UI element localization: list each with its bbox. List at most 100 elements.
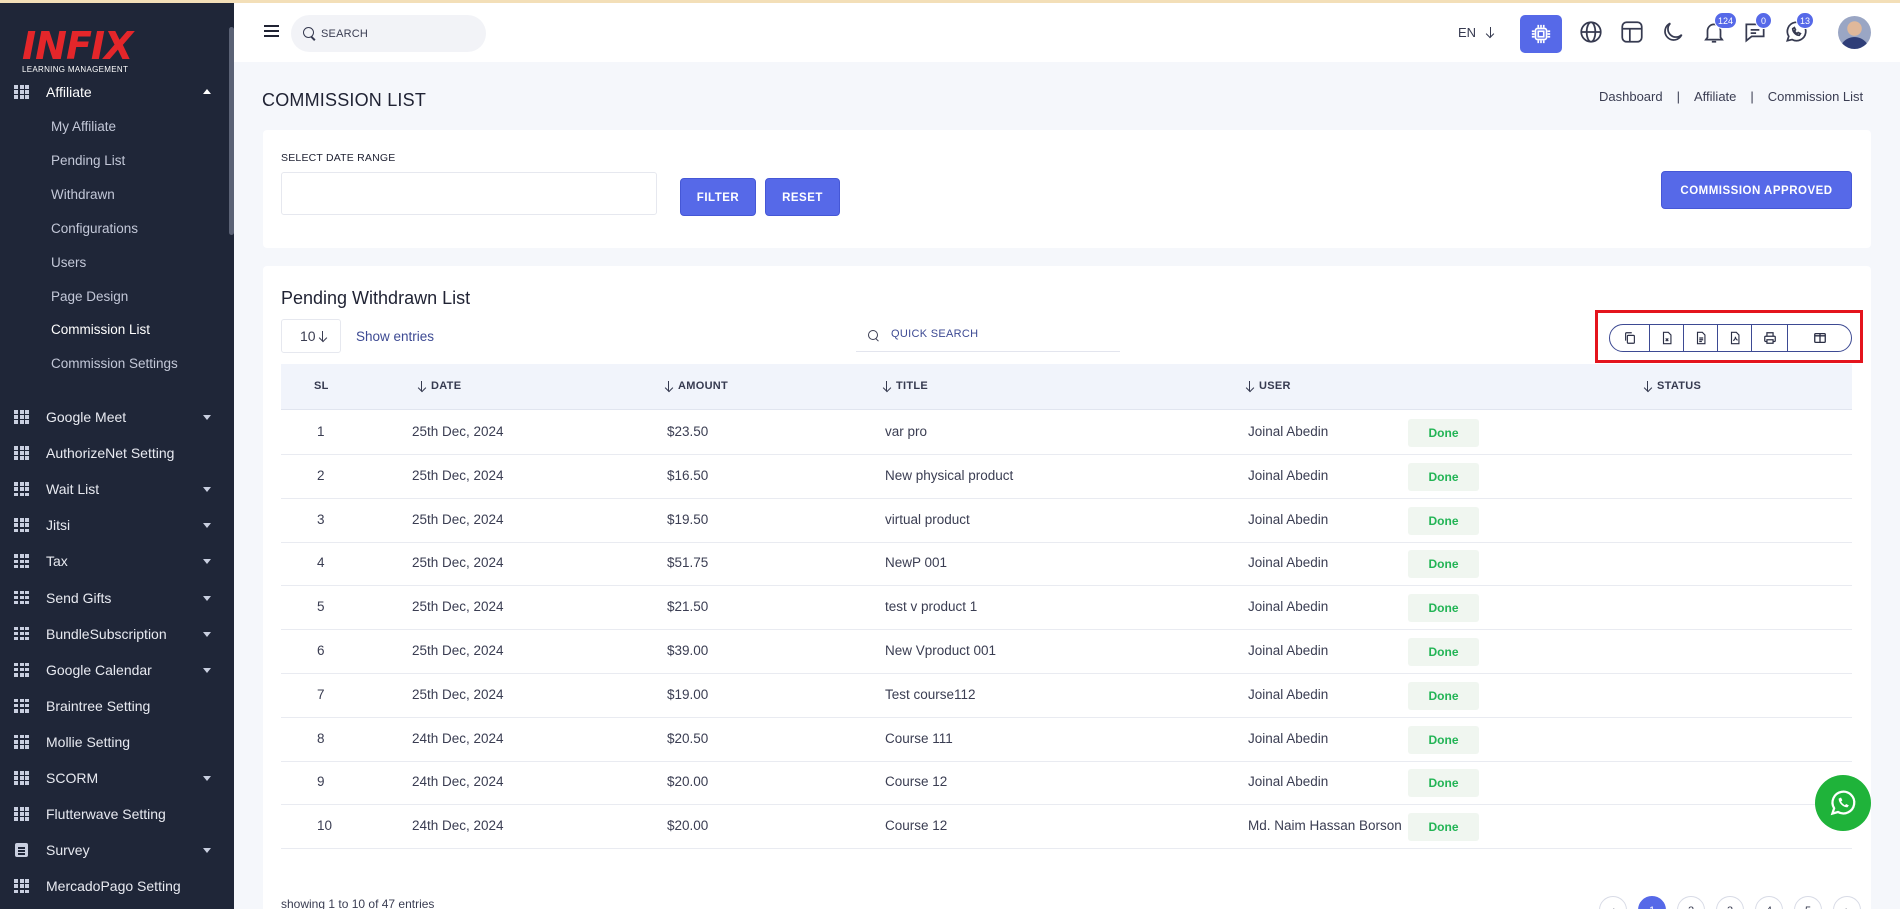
column-header-user[interactable]: USER [1245,380,1291,392]
sidebar-group-label: MercadoPago Setting [46,878,181,895]
logo[interactable]: INFIX LEARNING MANAGEMENT [22,24,133,74]
grid-icon [14,698,30,713]
grid-icon [14,771,30,785]
column-header-date[interactable]: DATE [417,380,461,392]
column-header-title[interactable]: TITLE [882,380,928,392]
pagination-button[interactable]: 3 [1716,896,1744,909]
table-row: 3 25th Dec, 2024 $19.50 virtual product Join… [281,499,1852,543]
reset-button[interactable]: RESET [765,178,840,216]
sidebar-subitem[interactable]: Withdrawn [51,187,115,202]
sidebar-group-label: Jitsi [46,517,71,534]
sidebar-group[interactable]: Google Meet [0,402,229,432]
sidebar-subitem[interactable]: My Affiliate [51,119,116,134]
copy-icon [1624,332,1635,344]
cell-date: 25th Dec, 2024 [412,643,504,658]
quick-search[interactable] [856,313,1120,352]
breadcrumb-separator: | [1676,89,1680,104]
breadcrumb-affiliate[interactable]: Affiliate [1694,89,1736,104]
sidebar-group[interactable]: SCORM [0,763,229,793]
commission-approved-button[interactable]: COMMISSION APPROVED [1661,171,1852,209]
cell-user: Md. Naim Hassan Borson [1248,818,1402,834]
cell-sl: 4 [317,555,325,571]
logo-text: INFIX [22,24,133,68]
cell-title: New physical product [885,467,1014,483]
cell-amount: $21.50 [667,599,709,615]
cell-amount: $19.00 [667,686,709,702]
sidebar-group[interactable]: Mollie Setting [0,727,229,757]
cell-title: var pro [885,424,928,439]
entries-value: 10 [300,328,316,344]
sidebar-subitem[interactable]: Page Design [51,289,128,304]
pagination-button[interactable]: › [1833,896,1861,909]
sidebar-group[interactable]: Tax [0,546,229,576]
date-range-input[interactable] [281,172,657,215]
pagination-button[interactable]: ‹ [1599,896,1627,909]
columns-button[interactable] [1788,325,1851,351]
sidebar-subitem[interactable]: Commission List [51,322,150,337]
column-header-amount[interactable]: AMOUNT [664,380,728,392]
layout-icon[interactable] [1619,19,1645,45]
sidebar-group[interactable]: BundleSubscription [0,619,229,649]
caret-down-icon [203,631,211,637]
column-header-status[interactable]: STATUS [1643,380,1701,392]
grid-icon [14,662,30,677]
cell-user: Joinal Abedin [1248,424,1329,439]
bell-icon[interactable]: 124 [1701,12,1738,45]
avatar[interactable] [1838,16,1871,49]
globe-icon[interactable] [1578,19,1604,45]
language-selector[interactable]: EN [1458,25,1496,40]
sidebar-group[interactable]: MercadoPago Setting [0,871,229,901]
sidebar-group-label: Google Calendar [46,661,152,678]
quick-search-input[interactable] [891,322,1111,346]
moon-icon[interactable] [1660,19,1686,45]
csv-button[interactable] [1650,325,1684,351]
excel-button[interactable] [1684,325,1718,351]
grid-icon [14,626,30,641]
sidebar-group[interactable]: Google Calendar [0,655,229,685]
print-button[interactable] [1752,325,1788,351]
pdf-button[interactable] [1718,325,1752,351]
cell-title: test v product 1 [885,599,978,615]
pagination-button[interactable]: 1 [1638,896,1666,909]
table-row: 5 25th Dec, 2024 $21.50 test v product 1 Joi… [281,586,1852,631]
cell-date: 25th Dec, 2024 [412,686,504,702]
entries-select[interactable]: 10 [281,319,341,353]
language-label: EN [1458,25,1477,40]
header-search[interactable] [291,15,486,52]
sidebar-group[interactable]: Braintree Setting [0,691,229,721]
sidebar-subitem[interactable]: Pending List [51,153,125,168]
pagination-button[interactable]: 2 [1677,896,1705,909]
sidebar-subitem[interactable]: Commission Settings [51,356,178,371]
cpu-icon[interactable] [1520,15,1562,53]
whatsapp-header-icon[interactable]: 13 [1783,12,1815,45]
breadcrumb-dashboard[interactable]: Dashboard [1599,89,1663,104]
pagination-button[interactable]: 4 [1755,896,1783,909]
chat-icon[interactable]: 0 [1742,12,1772,45]
status-badge: Done [1408,813,1479,842]
hamburger-icon[interactable] [264,25,279,37]
sidebar-group[interactable]: Send Gifts [0,583,229,613]
table-row: 8 24th Dec, 2024 $20.50 Course 111 Joinal Ab… [281,718,1852,762]
sidebar-subitem[interactable]: Users [51,255,86,270]
arrow-down-icon [318,331,328,342]
sidebar-group[interactable]: Survey [0,835,229,865]
header-search-input[interactable] [321,15,481,52]
sidebar-subitem[interactable]: Configurations [51,221,138,236]
sidebar-group[interactable]: Wait List [0,474,229,504]
cell-sl: 9 [317,774,325,790]
sidebar-group[interactable]: Jitsi [0,510,229,540]
caret-down-icon [203,595,211,601]
table-row: 4 25th Dec, 2024 $51.75 NewP 001 Joinal Abed… [281,542,1852,587]
pagination-button[interactable]: 5 [1794,896,1822,909]
sidebar-group[interactable]: AuthorizeNet Setting [0,438,229,468]
caret-up-icon [203,89,211,94]
filter-button[interactable]: FILTER [680,178,756,216]
cell-title: New Vproduct 001 [885,643,997,658]
caret-down-icon [203,848,211,854]
sidebar-item-affiliate[interactable]: Affiliate [0,77,229,107]
sidebar-group[interactable]: Flutterwave Setting [0,799,229,829]
column-header-sl[interactable]: SL [314,380,329,392]
logo-subtitle: LEARNING MANAGEMENT [22,65,129,74]
whatsapp-float-button[interactable] [1815,775,1871,831]
copy-button[interactable] [1610,325,1650,351]
